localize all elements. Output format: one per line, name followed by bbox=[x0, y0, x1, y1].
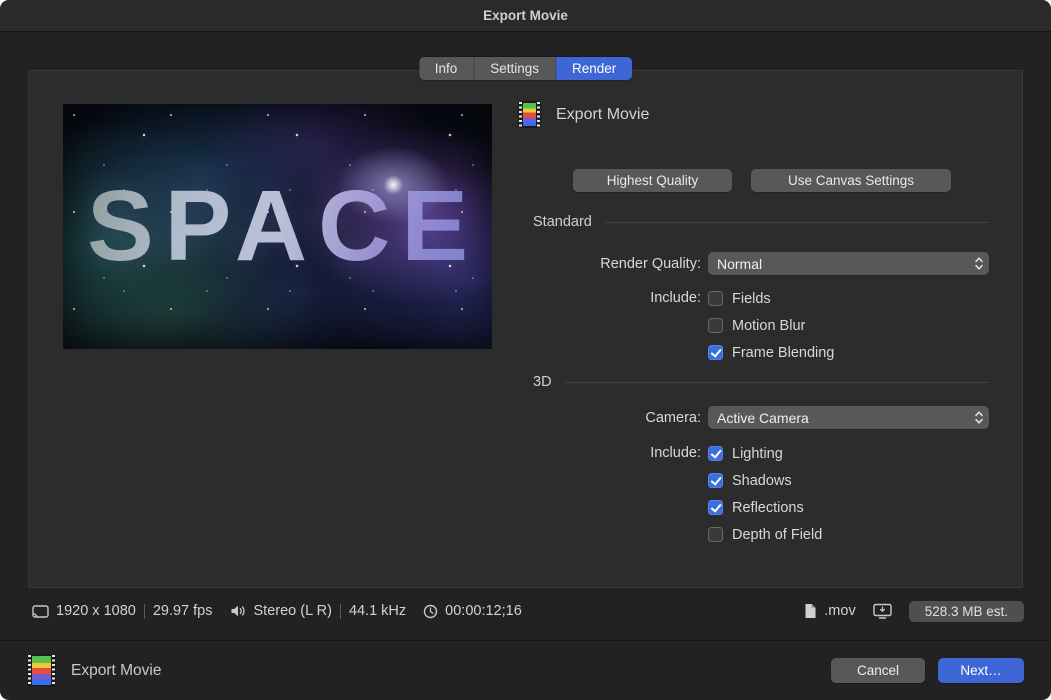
checkbox-shadows[interactable]: Shadows bbox=[708, 467, 822, 494]
frame-rate-value: 29.97 fps bbox=[153, 603, 213, 619]
tab-info[interactable]: Info bbox=[419, 57, 475, 80]
render-quality-row: Render Quality: Normal bbox=[518, 252, 989, 275]
render-quality-select[interactable]: Normal bbox=[708, 252, 989, 275]
display-destination-icon bbox=[873, 603, 892, 619]
file-size-estimate: 528.3 MB est. bbox=[909, 601, 1024, 622]
render-quality-value: Normal bbox=[717, 256, 762, 272]
checkbox-reflections[interactable]: Reflections bbox=[708, 494, 822, 521]
camera-row: Camera: Active Camera bbox=[518, 406, 989, 429]
checkbox-box[interactable] bbox=[708, 527, 723, 542]
checkbox-label: Motion Blur bbox=[732, 318, 805, 334]
checkbox-label: Fields bbox=[732, 291, 771, 307]
checkbox-label: Shadows bbox=[732, 473, 792, 489]
titlebar: Export Movie bbox=[0, 0, 1051, 32]
checkbox-box[interactable] bbox=[708, 446, 723, 461]
include-label: Include: bbox=[518, 285, 701, 312]
standard-checkbox-list: Fields Motion Blur Frame Blending bbox=[708, 285, 834, 366]
tab-bar: Info Settings Render bbox=[419, 57, 633, 80]
section-3d: 3D bbox=[533, 374, 989, 390]
sample-rate-value: 44.1 kHz bbox=[349, 603, 406, 619]
preview-thumbnail: SPACE bbox=[63, 104, 492, 349]
tab-settings[interactable]: Settings bbox=[474, 57, 556, 80]
clock-icon bbox=[423, 604, 438, 619]
frame-size-icon bbox=[32, 605, 49, 618]
section-divider bbox=[565, 382, 989, 383]
resolution-item: 1920 x 1080 bbox=[32, 603, 136, 619]
checkbox-box[interactable] bbox=[708, 500, 723, 515]
media-header: Export Movie bbox=[518, 101, 649, 128]
section-standard-title: Standard bbox=[533, 214, 592, 230]
media-title: Export Movie bbox=[556, 106, 649, 124]
use-canvas-settings-button[interactable]: Use Canvas Settings bbox=[751, 169, 951, 192]
preset-buttons: Highest Quality Use Canvas Settings bbox=[573, 169, 951, 192]
checkbox-label: Reflections bbox=[732, 500, 804, 516]
section-standard: Standard bbox=[533, 214, 989, 230]
export-movie-dialog: Export Movie Info Settings Render SPACE … bbox=[0, 0, 1051, 700]
footer-title: Export Movie bbox=[71, 662, 161, 680]
status-bar: 1920 x 1080 29.97 fps Stereo (L R) 44.1 … bbox=[32, 598, 1024, 624]
dialog-footer: Export Movie Cancel Next… bbox=[0, 640, 1051, 700]
duration-item: 00:00:12;16 bbox=[423, 603, 522, 619]
filmstrip-icon bbox=[27, 654, 56, 687]
camera-value: Active Camera bbox=[717, 410, 809, 426]
window-title: Export Movie bbox=[483, 8, 568, 23]
resolution-value: 1920 x 1080 bbox=[56, 603, 136, 619]
highest-quality-button[interactable]: Highest Quality bbox=[573, 169, 732, 192]
next-button[interactable]: Next… bbox=[938, 658, 1024, 683]
checkbox-box[interactable] bbox=[708, 318, 723, 333]
tab-render[interactable]: Render bbox=[556, 57, 632, 80]
file-format-value: .mov bbox=[824, 603, 855, 619]
checkbox-label: Lighting bbox=[732, 446, 783, 462]
footer-buttons: Cancel Next… bbox=[831, 658, 1024, 683]
camera-label: Camera: bbox=[518, 410, 701, 426]
include-label: Include: bbox=[518, 440, 701, 467]
separator bbox=[144, 604, 145, 619]
preview-caption: SPACE bbox=[63, 104, 492, 349]
3d-checkbox-list: Lighting Shadows Reflections Depth of Fi… bbox=[708, 440, 822, 548]
document-icon bbox=[804, 603, 817, 619]
section-3d-title: 3D bbox=[533, 374, 552, 390]
checkbox-box[interactable] bbox=[708, 291, 723, 306]
cancel-button[interactable]: Cancel bbox=[831, 658, 925, 683]
select-arrows-icon bbox=[974, 410, 984, 425]
speaker-icon bbox=[230, 604, 247, 618]
checkbox-frame-blending[interactable]: Frame Blending bbox=[708, 339, 834, 366]
render-quality-label: Render Quality: bbox=[518, 256, 701, 272]
checkbox-label: Depth of Field bbox=[732, 527, 822, 543]
render-tab-panel: SPACE Export Movie Highest Quality Use C… bbox=[28, 70, 1023, 588]
checkbox-box[interactable] bbox=[708, 473, 723, 488]
checkbox-lighting[interactable]: Lighting bbox=[708, 440, 822, 467]
section-divider bbox=[605, 222, 989, 223]
statusbar-right: .mov 528.3 MB est. bbox=[804, 601, 1024, 622]
standard-include-group: Include: Fields Motion Blur Frame Blendi… bbox=[518, 285, 989, 366]
separator bbox=[340, 604, 341, 619]
audio-item: Stereo (L R) bbox=[230, 603, 332, 619]
checkbox-fields[interactable]: Fields bbox=[708, 285, 834, 312]
checkbox-box[interactable] bbox=[708, 345, 723, 360]
filmstrip-icon bbox=[518, 101, 541, 128]
audio-channels-value: Stereo (L R) bbox=[254, 603, 332, 619]
camera-select[interactable]: Active Camera bbox=[708, 406, 989, 429]
checkbox-motion-blur[interactable]: Motion Blur bbox=[708, 312, 834, 339]
select-arrows-icon bbox=[974, 256, 984, 271]
format-item: .mov bbox=[804, 603, 855, 619]
3d-include-group: Include: Lighting Shadows Reflections De… bbox=[518, 440, 989, 548]
duration-value: 00:00:12;16 bbox=[445, 603, 522, 619]
checkbox-label: Frame Blending bbox=[732, 345, 834, 361]
checkbox-depth-of-field[interactable]: Depth of Field bbox=[708, 521, 822, 548]
